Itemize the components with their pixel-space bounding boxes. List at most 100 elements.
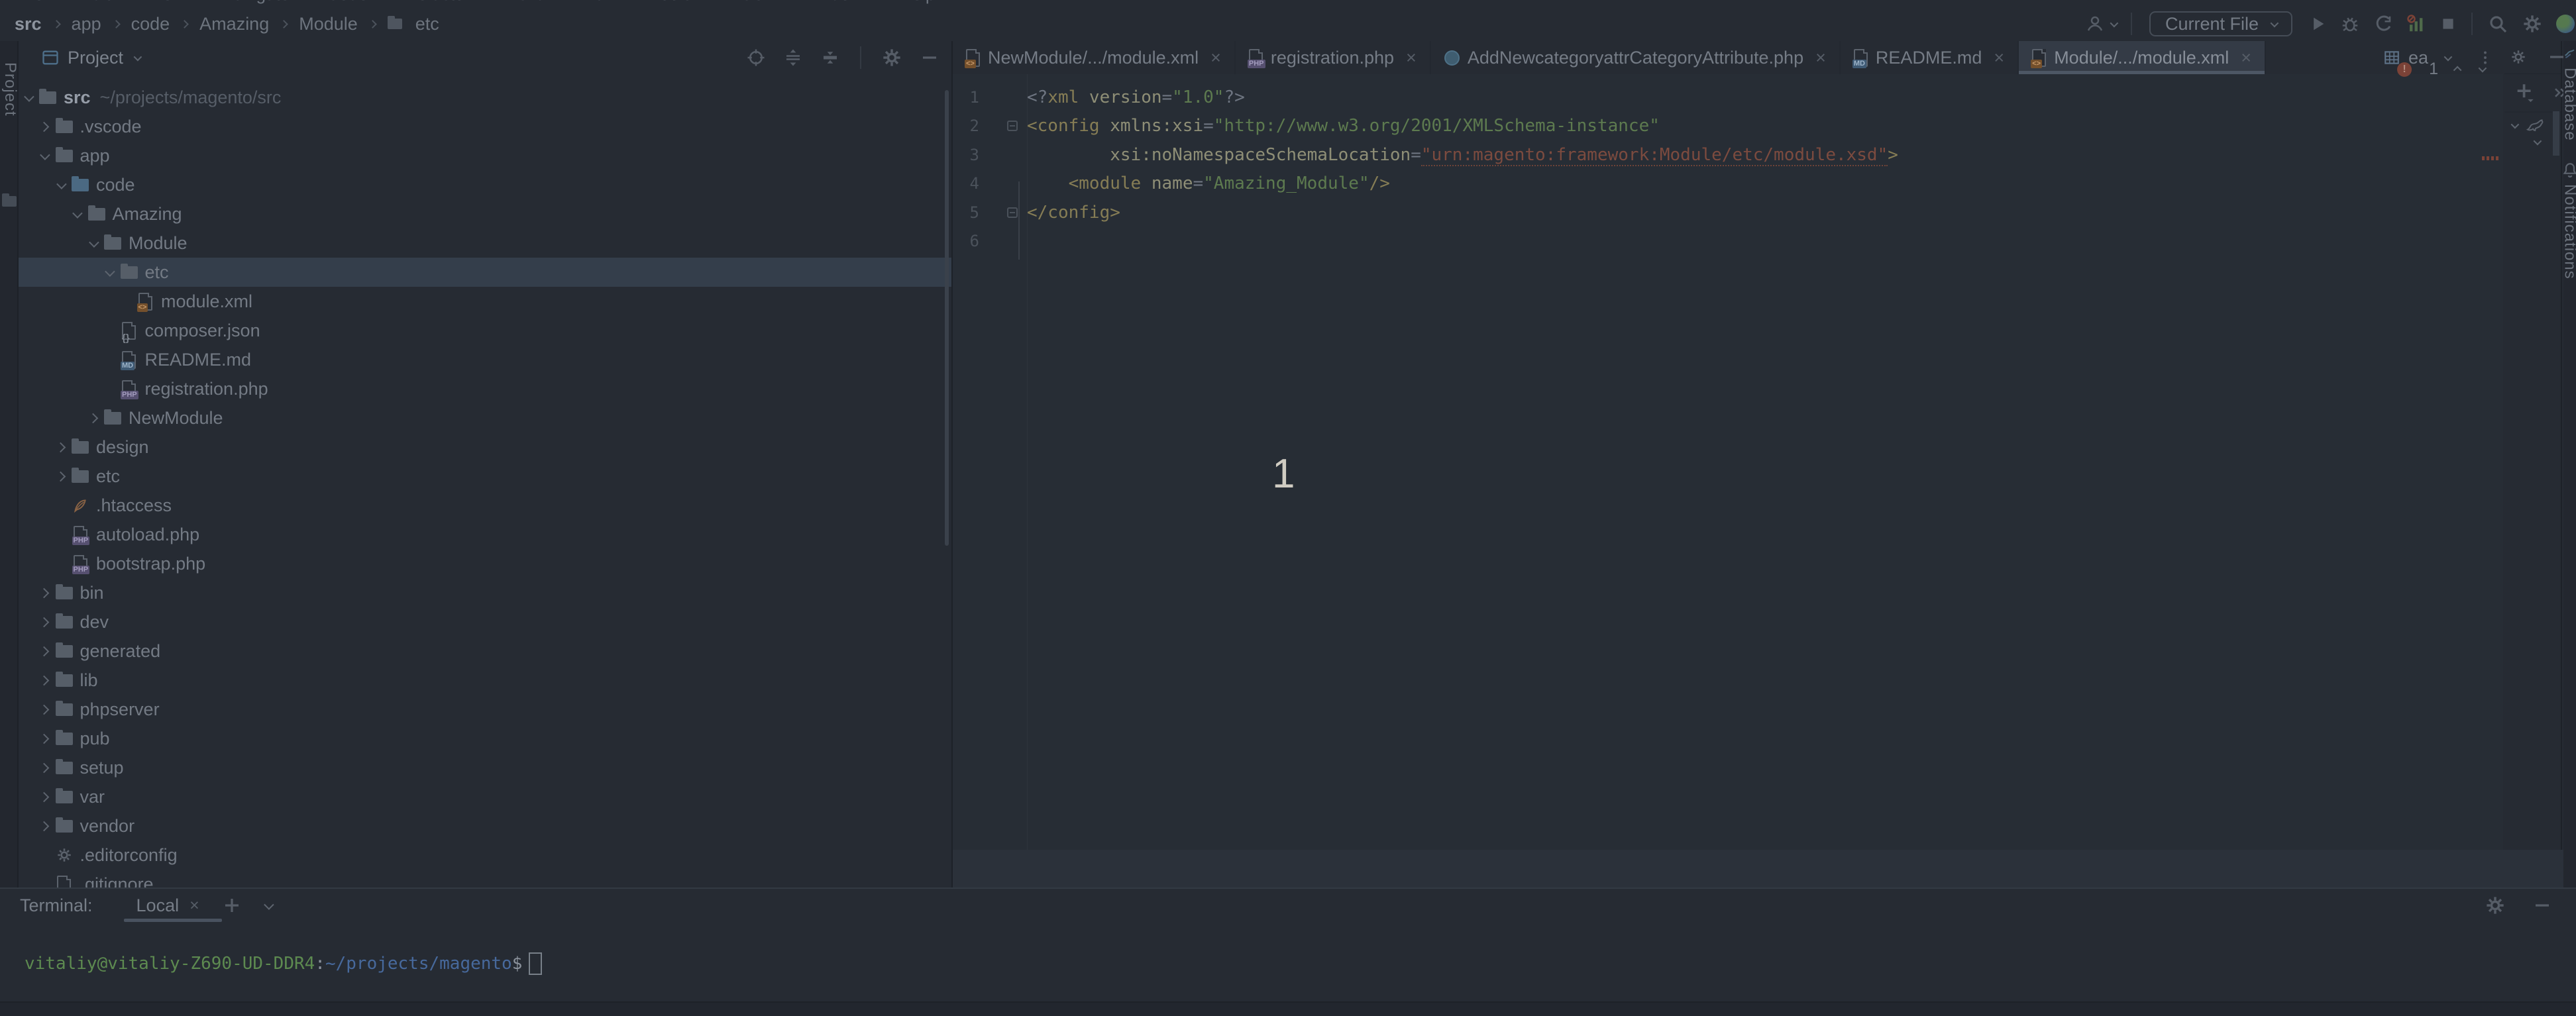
terminal-output[interactable]: vitaliy@vitaliy-Z690-UD-DDR4:~/projects/…	[25, 952, 542, 975]
menu-item-edit[interactable]: Edit	[81, 0, 111, 5]
chevron-down-icon[interactable]	[134, 52, 142, 61]
tree-item-lib[interactable]: lib	[19, 666, 951, 695]
run-button[interactable]	[2302, 9, 2334, 38]
tree-item-gitignore[interactable]: .gitignore	[19, 870, 951, 888]
stop-button[interactable]	[2433, 9, 2463, 38]
tree-item-readme.md[interactable]: MDREADME.md	[19, 345, 951, 374]
commit-tool-icon[interactable]	[2, 196, 17, 207]
hide-panel-icon[interactable]	[920, 48, 939, 68]
close-icon[interactable]: ×	[1994, 48, 2004, 68]
debug-button[interactable]	[2334, 9, 2367, 38]
gear-icon[interactable]	[2485, 895, 2506, 916]
tree-item-htaccess[interactable]: .htaccess	[19, 491, 951, 520]
search-everywhere-button[interactable]	[2481, 9, 2515, 38]
stripe-button-project[interactable]: Project	[1, 62, 19, 117]
terminal-tab-local[interactable]: Local	[136, 895, 180, 916]
menu-item-window[interactable]: Window	[801, 0, 862, 5]
chevron-down-icon[interactable]	[20, 94, 36, 101]
chevron-right-icon[interactable]	[85, 415, 101, 422]
editor-tab-addnewcategoryattrcategoryattribute-php[interactable]: AddNewcategoryattrCategoryAttribute.php×	[1431, 41, 1841, 74]
close-icon[interactable]: ×	[2241, 48, 2251, 68]
editor-tab-newmodule-module-xml[interactable]: <>NewModule/.../module.xml×	[953, 41, 1236, 74]
close-icon[interactable]: ×	[1210, 48, 1221, 68]
fold-marker[interactable]	[979, 121, 1027, 131]
tree-item-phpserver[interactable]: phpserver	[19, 695, 951, 724]
menu-item-help[interactable]: Help	[900, 0, 935, 5]
tree-item-design[interactable]: design	[19, 432, 951, 462]
database-scrollbar[interactable]	[2553, 111, 2559, 156]
menu-item-vcs[interactable]: VCS	[729, 0, 764, 5]
tree-item-bin[interactable]: bin	[19, 578, 951, 607]
tree-item-setup[interactable]: setup	[19, 753, 951, 782]
add-datasource-icon[interactable]	[2514, 81, 2536, 104]
prev-error-icon[interactable]	[2453, 66, 2462, 75]
new-terminal-icon[interactable]	[222, 895, 242, 915]
menu-item-code[interactable]: Code	[327, 0, 368, 5]
coverage-button[interactable]	[2367, 9, 2400, 38]
tree-item-etc[interactable]: etc	[19, 258, 951, 287]
editor-tab-registration-php[interactable]: PHPregistration.php×	[1236, 41, 1431, 74]
breadcrumb-item-module[interactable]: Module	[299, 14, 358, 34]
chevron-right-icon[interactable]	[36, 706, 52, 713]
chevron-right-icon[interactable]	[36, 648, 52, 655]
tree-item-src[interactable]: src~/projects/magento/src	[19, 83, 951, 112]
menu-item-tools[interactable]: Tools	[651, 0, 692, 5]
chevron-right-icon[interactable]	[36, 589, 52, 597]
hide-panel-icon[interactable]	[2532, 895, 2552, 915]
breadcrumb-item-src[interactable]: src	[15, 14, 42, 34]
tree-item-module.xml[interactable]: <>module.xml	[19, 287, 951, 316]
menu-item-run[interactable]: Run	[582, 0, 614, 5]
breadcrumb-item-app[interactable]: app	[72, 14, 101, 34]
breadcrumb-item-amazing[interactable]: Amazing	[199, 14, 269, 34]
tree-item-amazing[interactable]: Amazing	[19, 199, 951, 229]
chevron-down-icon[interactable]	[85, 240, 101, 247]
chevron-right-icon[interactable]	[52, 473, 68, 480]
expand-all-icon[interactable]	[783, 48, 803, 68]
tree-item-var[interactable]: var	[19, 782, 951, 811]
tree-item-app[interactable]: app	[19, 141, 951, 170]
menu-item-navigate[interactable]: Navigate	[222, 0, 290, 5]
tree-item-vscode[interactable]: .vscode	[19, 112, 951, 141]
chevron-down-icon[interactable]	[264, 899, 274, 910]
menu-item-view[interactable]: View	[148, 0, 185, 5]
menu-item-refactor[interactable]: Refactor	[405, 0, 470, 5]
tree-item-dev[interactable]: dev	[19, 607, 951, 636]
settings-button[interactable]	[2515, 9, 2549, 38]
stripe-button-database[interactable]: Database	[2563, 48, 2576, 141]
inspections-widget[interactable]: ! 1	[2397, 60, 2485, 79]
database-tree-row[interactable]	[2534, 139, 2540, 145]
tree-item-bootstrap.php[interactable]: PHPbootstrap.php	[19, 549, 951, 578]
editor-tab-module-module-xml[interactable]: <>Module/.../module.xml×	[2019, 41, 2266, 74]
chevron-right-icon[interactable]	[36, 123, 52, 130]
close-icon[interactable]: ×	[189, 896, 199, 915]
chevron-right-icon[interactable]	[36, 619, 52, 626]
chevron-down-icon[interactable]	[69, 211, 85, 218]
chevron-right-icon[interactable]	[36, 677, 52, 684]
select-opened-file-icon[interactable]	[746, 48, 766, 68]
chevron-right-icon[interactable]	[36, 735, 52, 742]
run-configuration-select[interactable]: Current File	[2149, 11, 2292, 36]
avatar[interactable]	[2556, 15, 2575, 33]
database-tree-row[interactable]	[2511, 115, 2545, 135]
gear-icon[interactable]	[2510, 48, 2527, 66]
menu-item-file[interactable]: File	[16, 0, 44, 5]
breadcrumb-item-code[interactable]: code	[131, 14, 170, 34]
stripe-button-notifications[interactable]: Notifications	[2563, 162, 2576, 279]
tree-item-registration.php[interactable]: PHPregistration.php	[19, 374, 951, 403]
code-editor[interactable]: 1<?xml version="1.0"?>2<config xmlns:xsi…	[953, 74, 2503, 850]
tree-item-generated[interactable]: generated	[19, 636, 951, 666]
chevron-down-icon[interactable]	[52, 181, 68, 189]
chevron-right-icon[interactable]	[36, 793, 52, 801]
gear-icon[interactable]	[881, 47, 902, 68]
close-icon[interactable]: ×	[1406, 48, 1417, 68]
tree-item-vendor[interactable]: vendor	[19, 811, 951, 840]
chevron-down-icon[interactable]	[101, 269, 117, 276]
tree-scrollbar[interactable]	[945, 90, 949, 546]
chevron-right-icon[interactable]	[36, 764, 52, 772]
profiler-button[interactable]	[2400, 9, 2433, 38]
close-icon[interactable]: ×	[1815, 48, 1826, 68]
tree-item-module[interactable]: Module	[19, 229, 951, 258]
tree-item-editorconfig[interactable]: .editorconfig	[19, 840, 951, 870]
menu-item-build[interactable]: Build	[508, 0, 546, 5]
chevron-down-icon[interactable]	[36, 152, 52, 160]
